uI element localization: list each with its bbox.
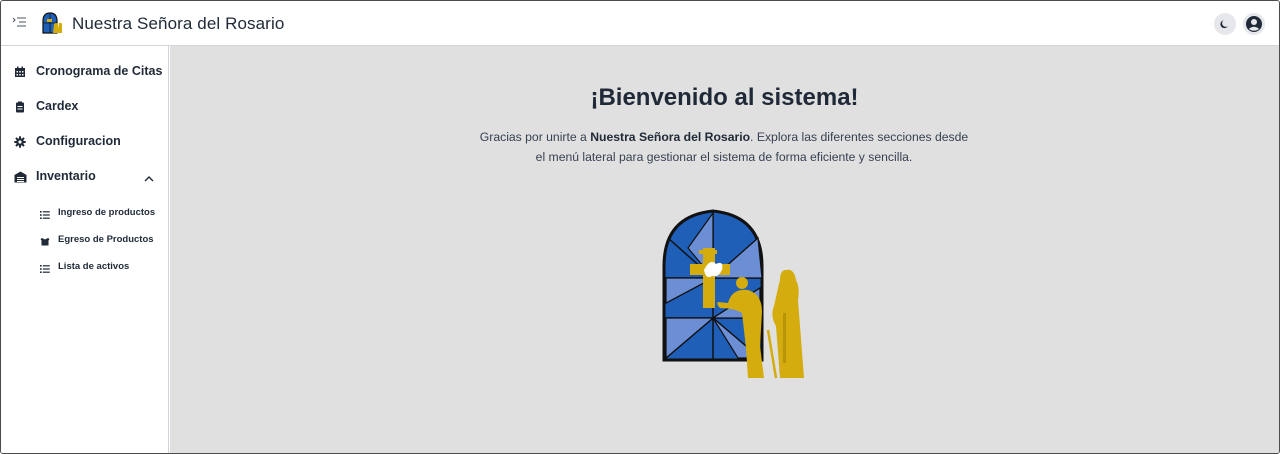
welcome-text-org-name: Nuestra Señora del Rosario (590, 130, 751, 144)
sidebar-item-configuracion[interactable]: Configuracion (1, 128, 169, 154)
welcome-text: Gracias por unirte a Nuestra Señora del … (474, 127, 974, 167)
nun-figure (772, 269, 804, 378)
sidebar-item-inventario[interactable]: Inventario (1, 163, 169, 189)
app-window: Nuestra Señora del Rosario Cronograma de… (0, 0, 1280, 454)
user-menu-button[interactable] (1243, 13, 1265, 35)
welcome-title: ¡Bienvenido al sistema! (590, 84, 859, 111)
box-icon (40, 234, 50, 246)
list-icon (40, 207, 50, 219)
sidebar-item-cardex[interactable]: Cardex (1, 93, 169, 119)
moon-icon (1220, 20, 1228, 29)
sidebar-subitem-egreso[interactable]: Egreso de Productos (1, 230, 169, 248)
sidebar-subitem-label: Lista de activos (58, 260, 130, 272)
sidebar: Cronograma de Citas Cardex Configuracion… (1, 46, 169, 453)
chevron-up-icon[interactable] (144, 171, 154, 182)
app-logo (41, 11, 63, 35)
sidebar-subitem-ingreso[interactable]: Ingreso de productos (1, 203, 169, 221)
top-header: Nuestra Señora del Rosario (1, 1, 1279, 46)
clipboard-icon (14, 100, 26, 113)
app-title: Nuestra Señora del Rosario (72, 14, 285, 33)
sidebar-item-label: Inventario (36, 169, 96, 183)
list-icon (40, 261, 50, 273)
sidebar-item-cronograma[interactable]: Cronograma de Citas (1, 58, 169, 84)
gear-icon (14, 135, 26, 148)
sidebar-subitem-lista-activos[interactable]: Lista de activos (1, 257, 169, 275)
calendar-icon (14, 65, 26, 77)
welcome-illustration (658, 208, 818, 388)
theme-toggle-button[interactable] (1214, 13, 1236, 35)
sidebar-subitem-label: Egreso de Productos (58, 233, 154, 245)
sidebar-item-label: Configuracion (36, 134, 121, 148)
welcome-text-intro: Gracias por unirte a (479, 130, 591, 144)
warehouse-icon (14, 170, 27, 183)
sidebar-subitem-label: Ingreso de productos (58, 206, 156, 218)
main-content: ¡Bienvenido al sistema! Gracias por unir… (170, 46, 1279, 453)
sidebar-item-label: Cronograma de Citas (36, 64, 163, 78)
user-circle-icon (1246, 16, 1262, 32)
sidebar-collapse-icon[interactable] (12, 16, 28, 30)
sidebar-item-label: Cardex (36, 99, 79, 113)
